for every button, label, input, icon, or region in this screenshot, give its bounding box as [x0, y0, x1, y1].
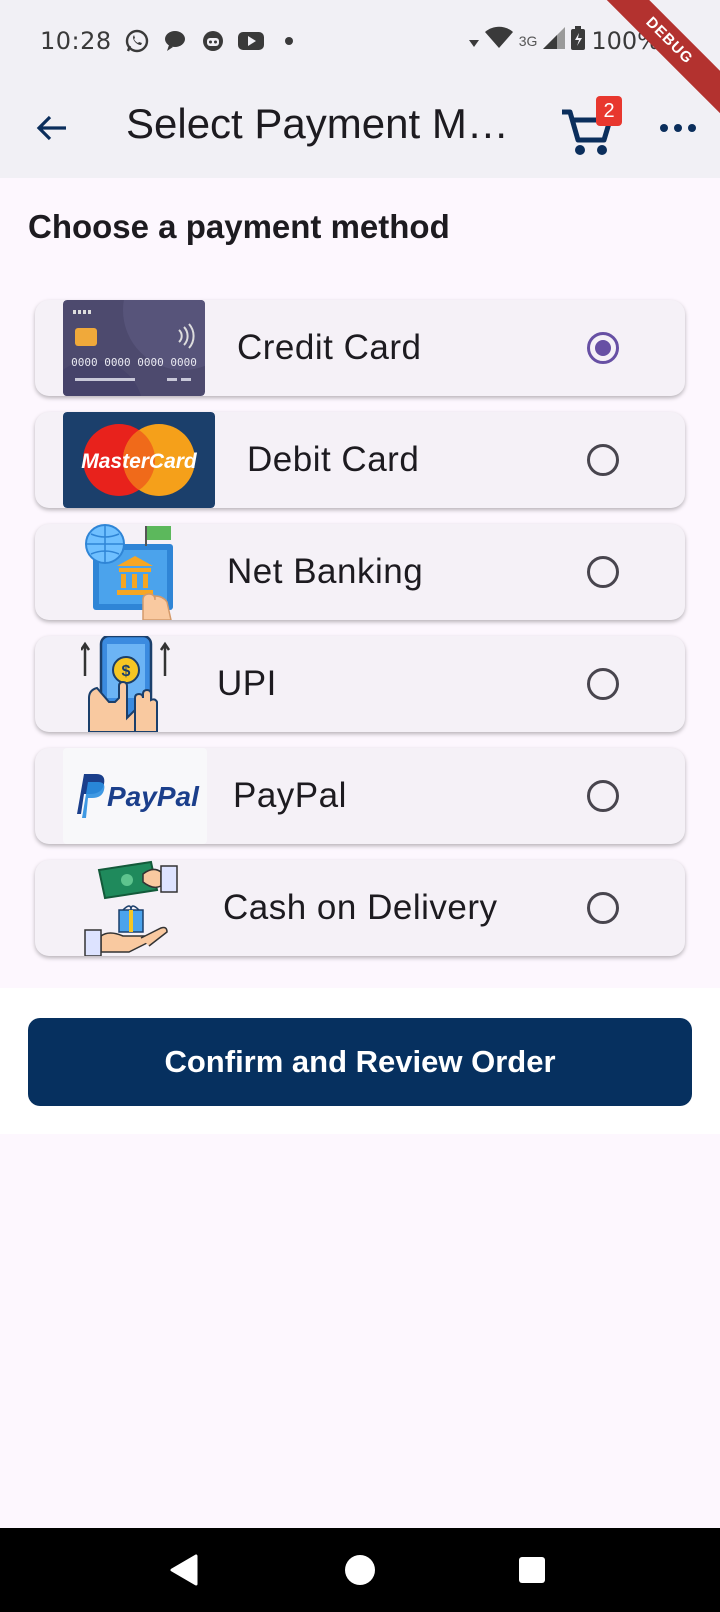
arrow-left-icon: [36, 115, 66, 141]
payment-option-cash-on-delivery[interactable]: Cash on Delivery: [35, 860, 685, 956]
whatsapp-icon: [124, 28, 150, 54]
payment-option-debit-card[interactable]: MasterCard Debit Card: [35, 412, 685, 508]
cash-delivery-image: [81, 860, 181, 956]
payment-label: Cash on Delivery: [223, 888, 498, 927]
network-type: 3G: [518, 33, 538, 49]
square-recents-icon: [519, 1557, 545, 1583]
more-dot-icon: [660, 124, 668, 132]
payment-option-paypal[interactable]: PayPal PayPal: [35, 748, 685, 844]
radio-button[interactable]: [587, 556, 619, 588]
net-banking-image: [81, 524, 181, 620]
more-options-button[interactable]: [654, 106, 702, 150]
payment-label: Credit Card: [237, 328, 422, 367]
radio-button[interactable]: [587, 668, 619, 700]
upi-image: $: [81, 636, 181, 732]
paypal-image: PayPal: [63, 748, 207, 844]
status-time: 10:28: [40, 27, 112, 55]
system-navigation-bar: [0, 1528, 720, 1612]
radio-button[interactable]: [587, 780, 619, 812]
card-number-text: 0000 0000 0000 0000: [71, 356, 197, 369]
radio-button[interactable]: [587, 444, 619, 476]
data-arrow-icon: [468, 27, 479, 55]
more-dot-icon: [688, 124, 696, 132]
payment-option-net-banking[interactable]: Net Banking: [35, 524, 685, 620]
svg-text:$: $: [122, 663, 131, 680]
status-left: 10:28: [40, 27, 302, 55]
wifi-icon: [484, 26, 513, 57]
credit-card-image: 0000 0000 0000 0000: [63, 300, 205, 396]
cart-button[interactable]: 2: [560, 96, 624, 160]
battery-icon: [571, 25, 586, 57]
back-button[interactable]: [30, 106, 74, 150]
bot-icon: [200, 28, 226, 54]
confirm-review-order-button[interactable]: Confirm and Review Order: [28, 1018, 692, 1106]
status-bar: 10:28 3G 100%: [0, 0, 720, 82]
radio-button-selected[interactable]: [587, 332, 619, 364]
circle-home-icon: [345, 1555, 375, 1585]
nav-home-button[interactable]: [342, 1552, 378, 1588]
payment-label: Debit Card: [247, 440, 420, 479]
mastercard-image: MasterCard: [63, 412, 215, 508]
youtube-icon: [237, 28, 264, 54]
page-title: Select Payment Method: [126, 100, 516, 147]
mastercard-logo-text: MasterCard: [81, 450, 198, 473]
chat-icon: [162, 28, 188, 54]
cart-badge: 2: [596, 96, 622, 126]
payment-option-upi[interactable]: $ UPI: [35, 636, 685, 732]
radio-button[interactable]: [587, 892, 619, 924]
payment-label: UPI: [217, 664, 277, 703]
signal-icon: [543, 26, 566, 56]
payment-label: PayPal: [233, 776, 347, 815]
triangle-back-icon: [170, 1554, 198, 1586]
nav-back-button[interactable]: [168, 1552, 204, 1588]
nav-recents-button[interactable]: [514, 1552, 550, 1588]
status-right: 3G 100%: [468, 25, 660, 57]
app-bar: Select Payment Method 2: [0, 82, 720, 178]
more-dot-icon: [674, 124, 682, 132]
payment-label: Net Banking: [227, 552, 424, 591]
section-title: Choose a payment method: [28, 208, 450, 245]
payment-option-credit-card[interactable]: 0000 0000 0000 0000 Credit Card: [35, 300, 685, 396]
dot-icon: [276, 28, 302, 54]
paypal-logo-text: PayPal: [107, 781, 200, 812]
